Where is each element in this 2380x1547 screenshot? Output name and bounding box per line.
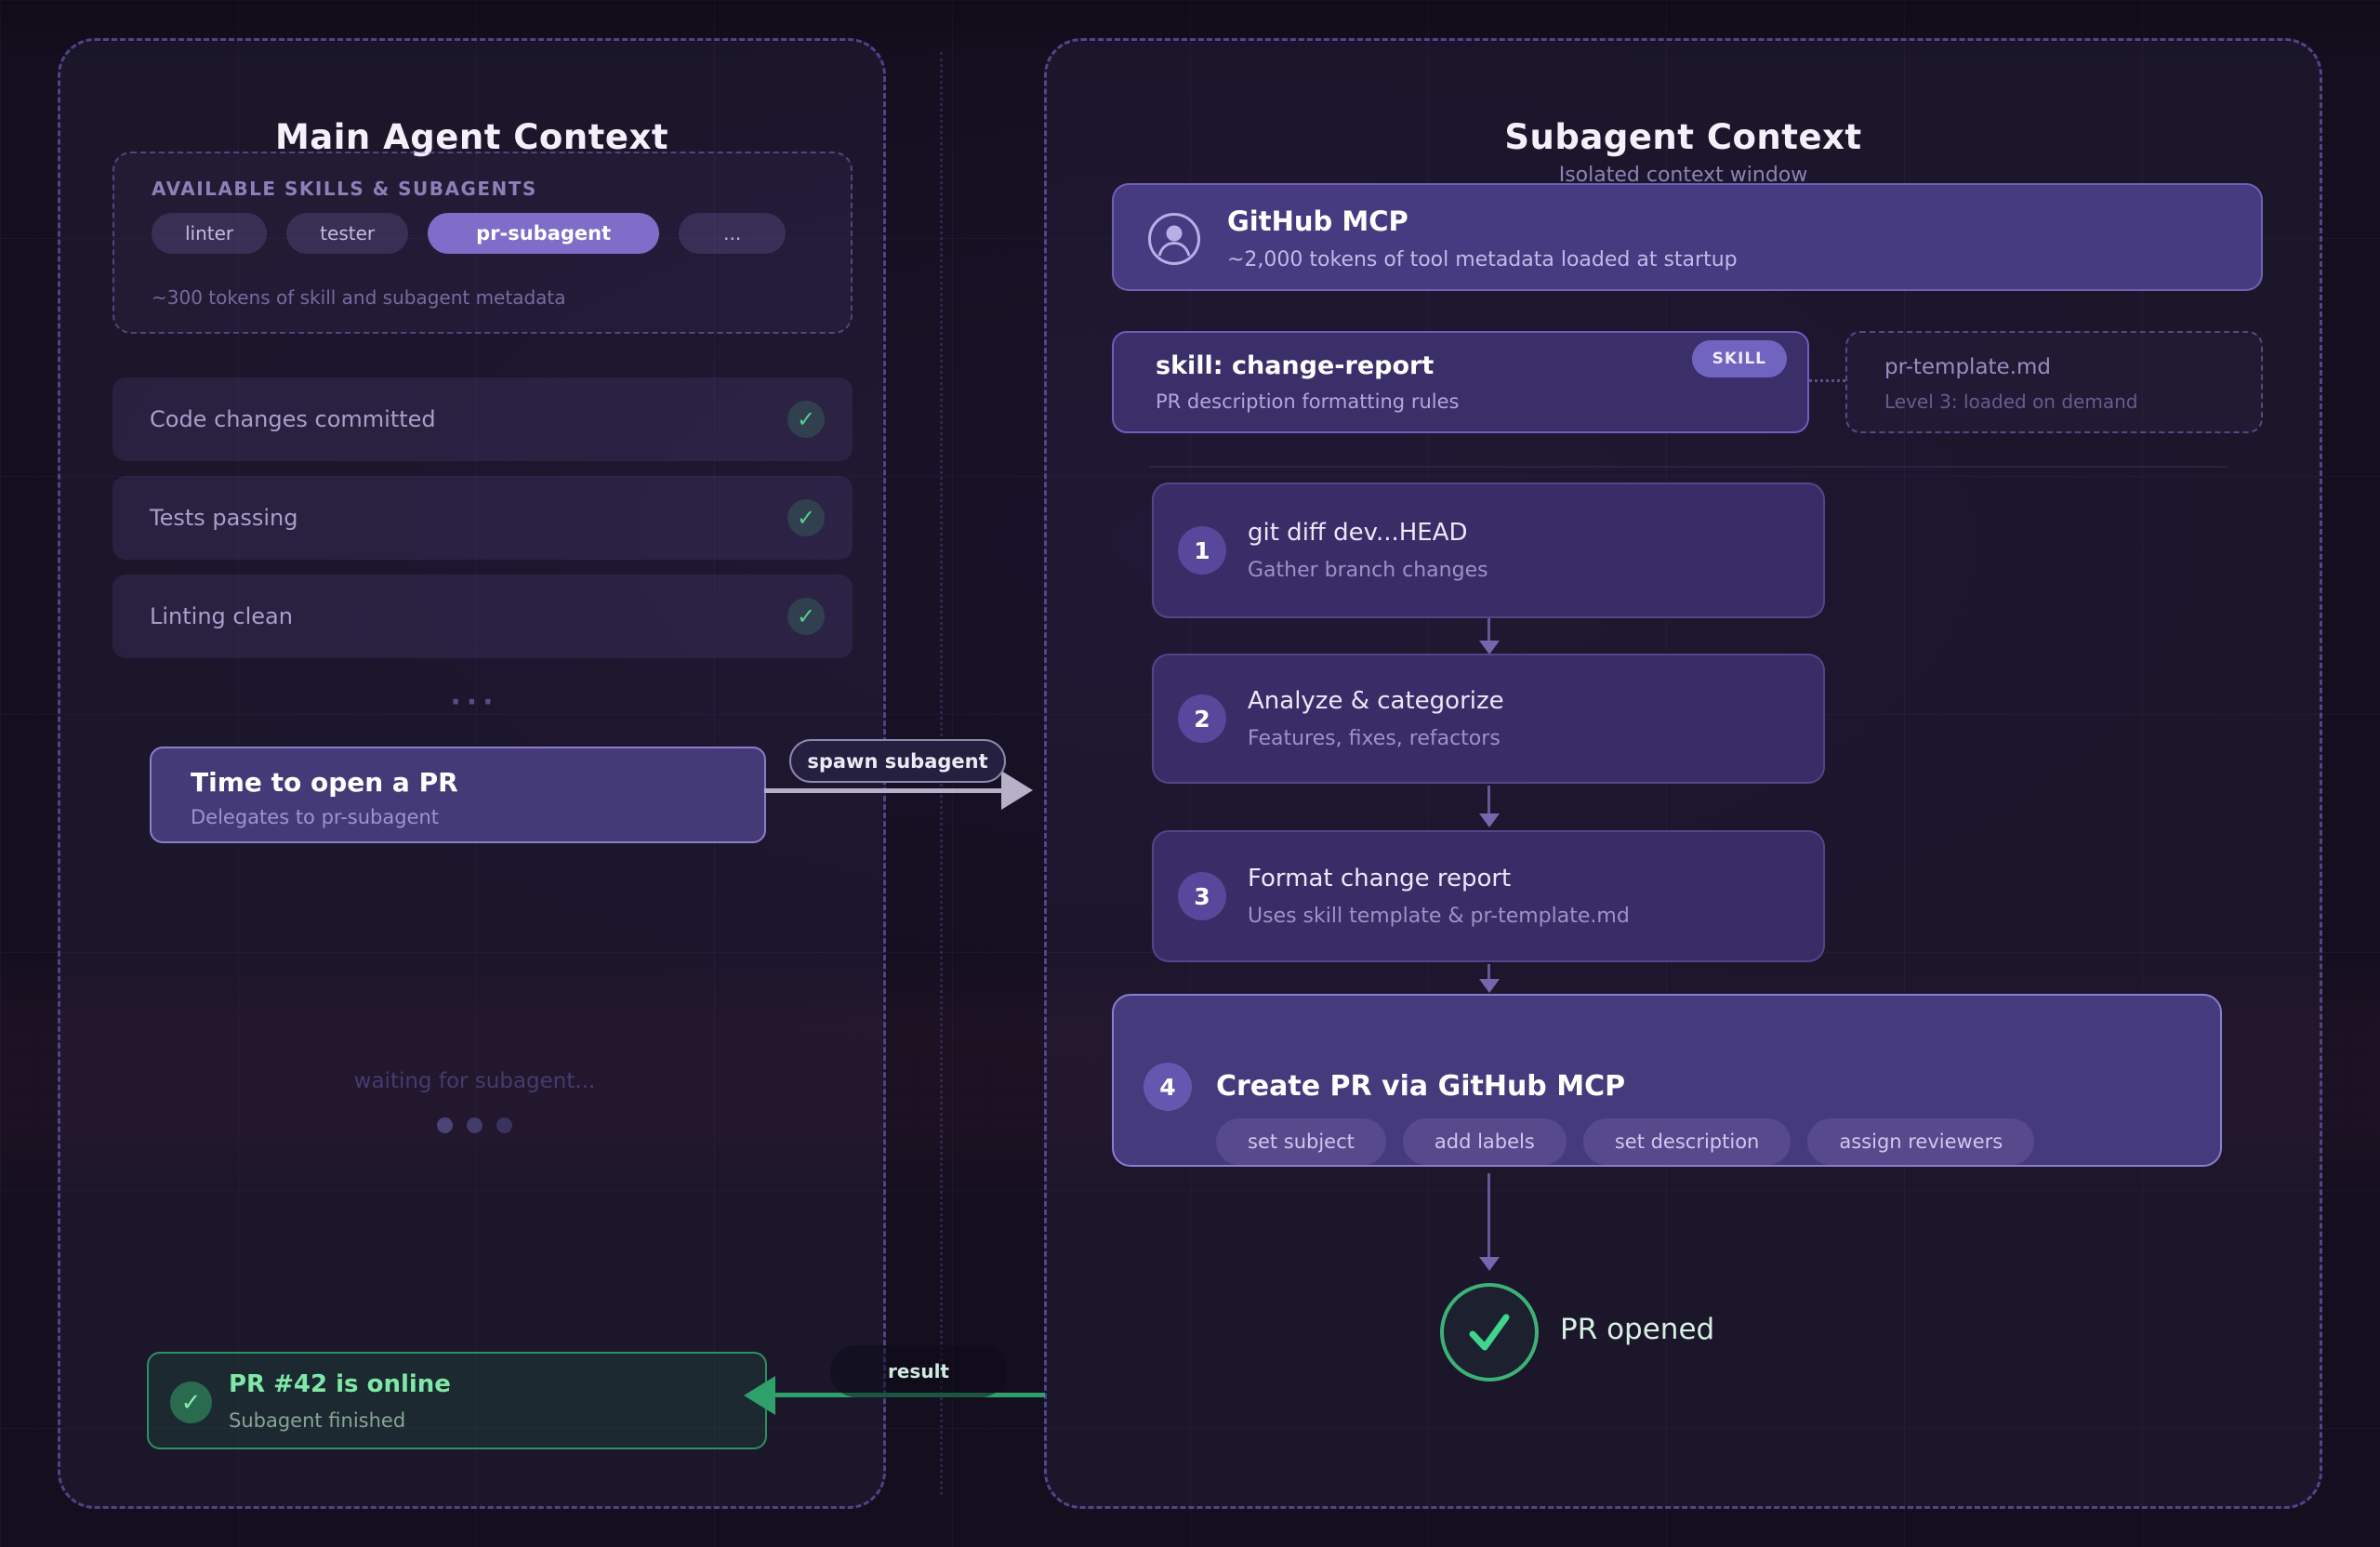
pr-opened-label: PR opened [1560, 1313, 1714, 1346]
template-card-title: pr-template.md [1884, 355, 2051, 379]
skill-chip-more: ... [679, 213, 786, 254]
step-subtitle: Gather branch changes [1248, 559, 1488, 582]
checklist-item-code-committed: Code changes committed ✓ [112, 377, 853, 461]
spawn-arrow-line [764, 788, 1001, 793]
loading-dots [60, 1117, 889, 1133]
checklist-item-label: Tests passing [150, 505, 298, 531]
flow-arrow-head-icon [1479, 1257, 1500, 1271]
user-avatar-icon [1147, 212, 1201, 266]
step-4-create-pr: 4 Create PR via GitHub MCP set subject a… [1112, 994, 2222, 1167]
spawn-subagent-label: spawn subagent [789, 739, 1006, 783]
flow-arrow-head-icon [1479, 813, 1500, 827]
step-number-badge: 4 [1144, 1063, 1192, 1111]
template-card-subtitle: Level 3: loaded on demand [1884, 390, 2137, 413]
checklist-item-label: Code changes committed [150, 406, 436, 432]
step-1-git-diff: 1 git diff dev...HEAD Gather branch chan… [1152, 483, 1825, 618]
check-circle-icon: ✓ [787, 499, 825, 536]
pr-opened-check-icon [1440, 1283, 1539, 1382]
action-chip-set-subject: set subject [1216, 1118, 1386, 1165]
waiting-for-subagent-text: waiting for subagent... [60, 1069, 889, 1093]
check-circle-icon: ✓ [787, 401, 825, 438]
pr-action-chip-row: set subject add labels set description a… [1216, 1118, 2034, 1165]
checklist-item-tests-passing: Tests passing ✓ [112, 476, 853, 560]
check-circle-icon: ✓ [787, 598, 825, 635]
step-3-format-report: 3 Format change report Uses skill templa… [1152, 830, 1825, 962]
skill-template-connector [1809, 379, 1845, 382]
skill-card-title: skill: change-report [1156, 351, 1434, 380]
resources-divider [1149, 466, 2228, 468]
subagent-context-panel: Subagent Context Isolated context window… [1044, 38, 2322, 1509]
pr-online-subtitle: Subagent finished [229, 1409, 405, 1432]
skills-chip-row: linter tester pr-subagent ... [152, 213, 786, 254]
diagram-canvas: Main Agent Context AVAILABLE SKILLS & SU… [0, 0, 2380, 1547]
check-circle-icon: ✓ [170, 1382, 212, 1423]
available-skills-box: AVAILABLE SKILLS & SUBAGENTS linter test… [112, 152, 853, 334]
skills-box-label: AVAILABLE SKILLS & SUBAGENTS [152, 178, 537, 200]
result-arrow-head-icon [744, 1376, 775, 1415]
skill-chip-tester: tester [286, 213, 408, 254]
mcp-card-title: GitHub MCP [1227, 205, 1408, 237]
task-card-subtitle: Delegates to pr-subagent [191, 806, 439, 828]
step-number-badge: 1 [1178, 526, 1226, 575]
time-to-open-pr-card: Time to open a PR Delegates to pr-subage… [150, 747, 766, 843]
pr-template-card: pr-template.md Level 3: loaded on demand [1845, 331, 2263, 433]
task-card-title: Time to open a PR [191, 767, 458, 798]
checklist-item-linting-clean: Linting clean ✓ [112, 575, 853, 658]
step-title: Create PR via GitHub MCP [1216, 1070, 1625, 1103]
flow-arrow-line [1488, 1173, 1490, 1259]
skills-box-footnote: ~300 tokens of skill and subagent metada… [152, 286, 566, 309]
flow-arrow-line [1488, 786, 1490, 815]
checklist-item-label: Linting clean [150, 603, 293, 629]
mcp-card-subtitle: ~2,000 tokens of tool metadata loaded at… [1227, 248, 1738, 271]
github-mcp-card: GitHub MCP ~2,000 tokens of tool metadat… [1112, 183, 2263, 291]
step-2-analyze: 2 Analyze & categorize Features, fixes, … [1152, 654, 1825, 784]
step-title: Analyze & categorize [1248, 687, 1504, 715]
skill-card-subtitle: PR description formatting rules [1156, 390, 1459, 413]
pr-online-title: PR #42 is online [229, 1370, 451, 1398]
step-subtitle: Uses skill template & pr-template.md [1248, 905, 1630, 928]
action-chip-assign-reviewers: assign reviewers [1807, 1118, 2034, 1165]
skill-badge: SKILL [1692, 340, 1787, 377]
skill-chip-linter: linter [152, 213, 267, 254]
flow-arrow-head-icon [1479, 979, 1500, 993]
step-subtitle: Features, fixes, refactors [1248, 727, 1504, 750]
step-number-badge: 2 [1178, 694, 1226, 743]
step-title: Format change report [1248, 865, 1630, 892]
skill-chip-pr-subagent: pr-subagent [428, 213, 659, 254]
result-label: result [830, 1345, 1007, 1397]
step-number-badge: 3 [1178, 872, 1226, 920]
spawn-arrow-head-icon [1001, 771, 1033, 810]
action-chip-add-labels: add labels [1403, 1118, 1567, 1165]
step-title: git diff dev...HEAD [1248, 519, 1488, 547]
main-agent-context-panel: Main Agent Context AVAILABLE SKILLS & SU… [58, 38, 886, 1509]
flow-arrow-line [1488, 618, 1490, 642]
subagent-panel-title: Subagent Context [1047, 117, 2320, 157]
timeline-ellipsis: ··· [60, 686, 889, 719]
skill-change-report-card: skill: change-report PR description form… [1112, 331, 1809, 433]
pr-online-card: ✓ PR #42 is online Subagent finished [147, 1352, 767, 1449]
action-chip-set-description: set description [1583, 1118, 1792, 1165]
flow-arrow-head-icon [1479, 641, 1500, 654]
